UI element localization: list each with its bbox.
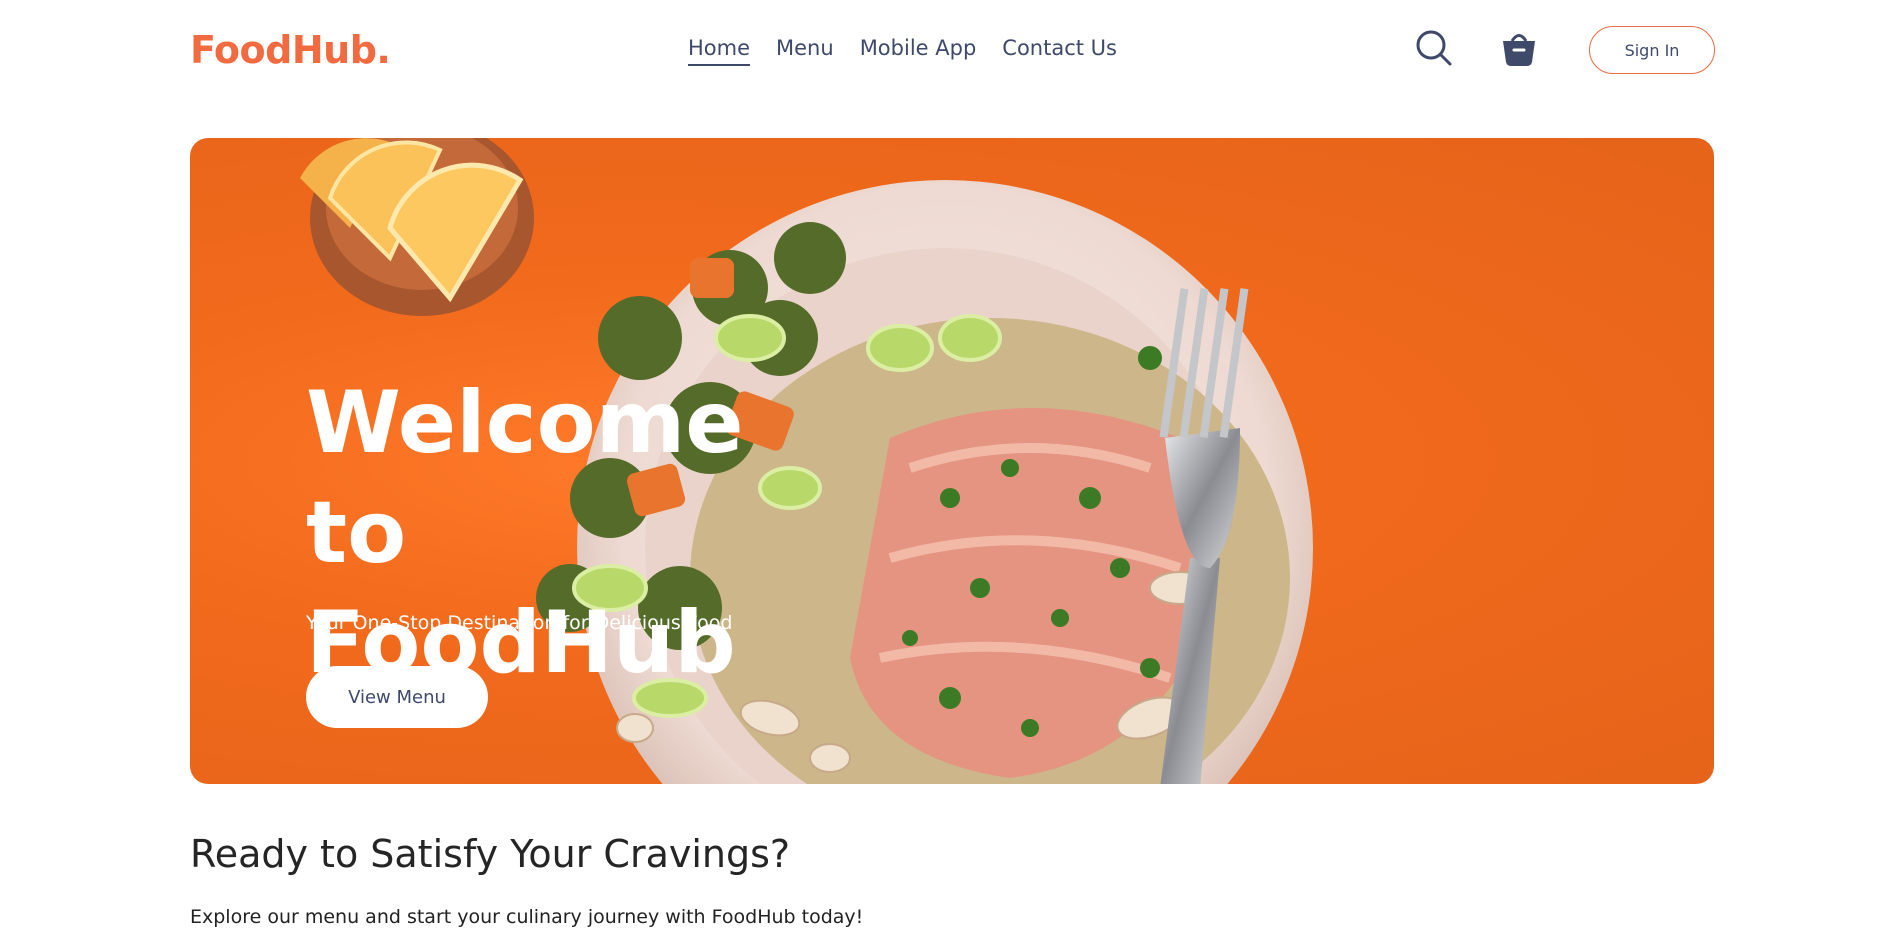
hero-title: Welcome to FoodHub: [306, 368, 826, 698]
nav-item-home[interactable]: Home: [688, 36, 751, 66]
search-icon[interactable]: [1414, 28, 1454, 68]
lemon-bowl: [300, 138, 534, 316]
nav-item-mobile-app[interactable]: Mobile App: [860, 36, 977, 66]
nav-item-menu[interactable]: Menu: [776, 36, 834, 66]
hero-title-line-1: Welcome to: [306, 373, 744, 583]
site-header: FoodHub. Home Menu Mobile App Contact Us…: [0, 0, 1893, 100]
sign-in-button[interactable]: Sign In: [1589, 26, 1715, 74]
basket-icon[interactable]: [1499, 28, 1539, 68]
hero-banner: Welcome to FoodHub Your One-Stop Destina…: [190, 138, 1714, 784]
hero-subtitle: Your One-Stop Destination for Delicious …: [306, 612, 733, 634]
nav-item-contact-us[interactable]: Contact Us: [1002, 36, 1117, 66]
cta-heading: Ready to Satisfy Your Cravings?: [190, 832, 791, 876]
site-logo[interactable]: FoodHub.: [190, 28, 391, 72]
cta-description: Explore our menu and start your culinary…: [190, 906, 864, 928]
main-nav: Home Menu Mobile App Contact Us: [688, 36, 1143, 66]
view-menu-button[interactable]: View Menu: [306, 666, 488, 728]
